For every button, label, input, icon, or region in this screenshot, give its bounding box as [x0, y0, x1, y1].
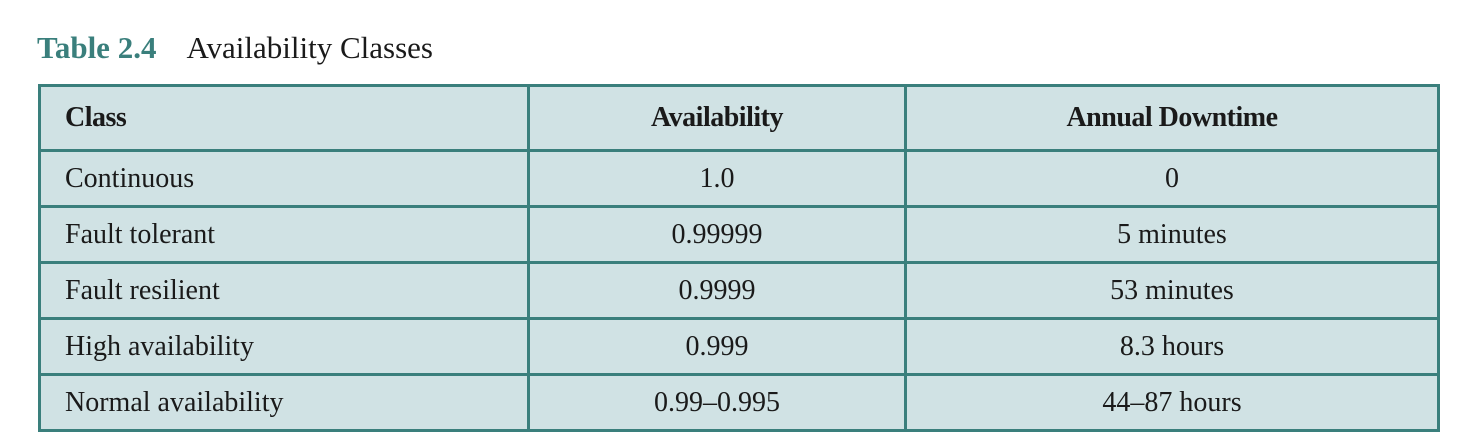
table-row: High availability 0.999 8.3 hours	[38, 317, 1440, 376]
table-row: Normal availability 0.99–0.995 44–87 hou…	[38, 373, 1440, 432]
table-row: Continuous 1.0 0	[38, 149, 1440, 208]
cell-downtime: 8.3 hours	[904, 317, 1440, 376]
cell-availability: 0.99–0.995	[527, 373, 907, 432]
cell-class: Continuous	[38, 149, 530, 208]
table-row: Fault tolerant 0.99999 5 minutes	[38, 205, 1440, 264]
cell-availability: 1.0	[527, 149, 907, 208]
cell-class: High availability	[38, 317, 530, 376]
cell-availability: 0.999	[527, 317, 907, 376]
availability-table: Class Availability Annual Downtime Conti…	[38, 84, 1440, 432]
cell-class: Normal availability	[38, 373, 530, 432]
header-class: Class	[38, 84, 530, 152]
cell-class: Fault resilient	[38, 261, 530, 320]
header-row: Class Availability Annual Downtime	[38, 84, 1440, 152]
cell-downtime: 53 minutes	[904, 261, 1440, 320]
table-title: Availability Classes	[186, 30, 433, 65]
cell-downtime: 5 minutes	[904, 205, 1440, 264]
cell-class: Fault tolerant	[38, 205, 530, 264]
table-row: Fault resilient 0.9999 53 minutes	[38, 261, 1440, 320]
header-availability: Availability	[527, 84, 907, 152]
cell-downtime: 44–87 hours	[904, 373, 1440, 432]
cell-downtime: 0	[904, 149, 1440, 208]
header-annual-downtime: Annual Downtime	[904, 84, 1440, 152]
table-caption: Table 2.4 Availability Classes	[37, 28, 433, 68]
cell-availability: 0.99999	[527, 205, 907, 264]
table-number: Table 2.4	[37, 30, 157, 65]
cell-availability: 0.9999	[527, 261, 907, 320]
